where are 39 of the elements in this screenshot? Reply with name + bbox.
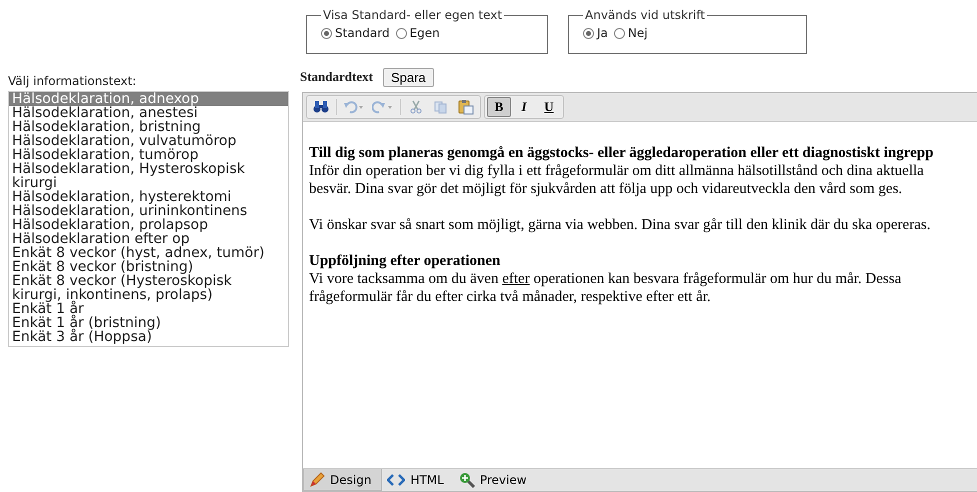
underline-button[interactable]: U: [537, 97, 561, 117]
pencil-icon: [309, 472, 325, 488]
radio-option[interactable]: Egen: [396, 26, 440, 40]
list-item[interactable]: Enkät 8 veckor (bristning): [9, 260, 288, 274]
list-item[interactable]: Hälsodeklaration, hysterektomi: [9, 190, 288, 204]
list-item[interactable]: Hälsodeklaration efter op: [9, 232, 288, 246]
group-legend: Används vid utskrift: [583, 8, 707, 22]
editor-heading: Standardtext: [300, 69, 373, 85]
content-heading: Till dig som planeras genomgå en äggstocks- eller äggledaroperation eller ett diagnostiskt ingrepp: [309, 144, 934, 162]
group-legend: Visa Standard- eller egen text: [321, 8, 504, 22]
mode-tab[interactable]: HTML: [382, 469, 454, 491]
list-item[interactable]: Hälsodeklaration, bristning: [9, 120, 288, 134]
list-item[interactable]: Hälsodeklaration, urininkontinens: [9, 204, 288, 218]
list-item[interactable]: Enkät 3 år (Hoppsa): [9, 330, 288, 344]
italic-button[interactable]: I: [512, 97, 536, 117]
radio-option[interactable]: Nej: [614, 26, 648, 40]
list-item[interactable]: Enkät 8 veckor (Hysteroskopisk kirurgi, inkontinens, prolaps): [9, 274, 288, 302]
code-icon: [387, 473, 406, 487]
list-item[interactable]: Enkät 1 år: [9, 302, 288, 316]
content-paragraph: Vi vore tacksamma om du även efter operationen kan besvara frågeformulär om hur du mår. Dessa frågeformulär får du efter cirka två månader, respektive efter ett år.: [309, 270, 902, 306]
bold-button[interactable]: B: [487, 97, 511, 117]
mode-tab[interactable]: Design: [303, 469, 382, 491]
list-item[interactable]: Hälsodeklaration, adnexop: [9, 92, 288, 106]
list-item[interactable]: Hälsodeklaration, Hysteroskopisk kirurgi: [9, 162, 288, 190]
content-paragraph: Vi önskar svar så snart som möjligt, gärna via webben. Dina svar går till den klinik där du ska opereras.: [309, 216, 932, 234]
list-label: Välj informationstext:: [8, 74, 138, 88]
save-button[interactable]: Spara: [382, 68, 434, 86]
list-item[interactable]: Hälsodeklaration, tumörop: [9, 148, 288, 162]
list-item[interactable]: Hälsodeklaration, prolapsop: [9, 218, 288, 232]
content-paragraph: Inför din operation ber vi dig fylla i ett frågeformulär om ditt allmänna hälsotillstånd och dina aktuella besvär. Dina svar gör det möjligt för sjukvården att följa upp och vidareutveckla den vård som ges.: [309, 162, 925, 198]
list-item[interactable]: Enkät 8 veckor (hyst, adnex, tumör): [9, 246, 288, 260]
list-item[interactable]: Hälsodeklaration, vulvatumörop: [9, 134, 288, 148]
magnifier-icon: [458, 472, 475, 488]
radio-option[interactable]: Ja: [583, 26, 608, 40]
list-item[interactable]: Enkät 1 år (bristning): [9, 316, 288, 330]
radio-option[interactable]: Standard: [321, 26, 390, 40]
mode-tab[interactable]: Preview: [454, 469, 537, 491]
list-item[interactable]: Hälsodeklaration, anestesi: [9, 106, 288, 120]
content-heading: Uppföljning efter operationen: [309, 252, 502, 270]
